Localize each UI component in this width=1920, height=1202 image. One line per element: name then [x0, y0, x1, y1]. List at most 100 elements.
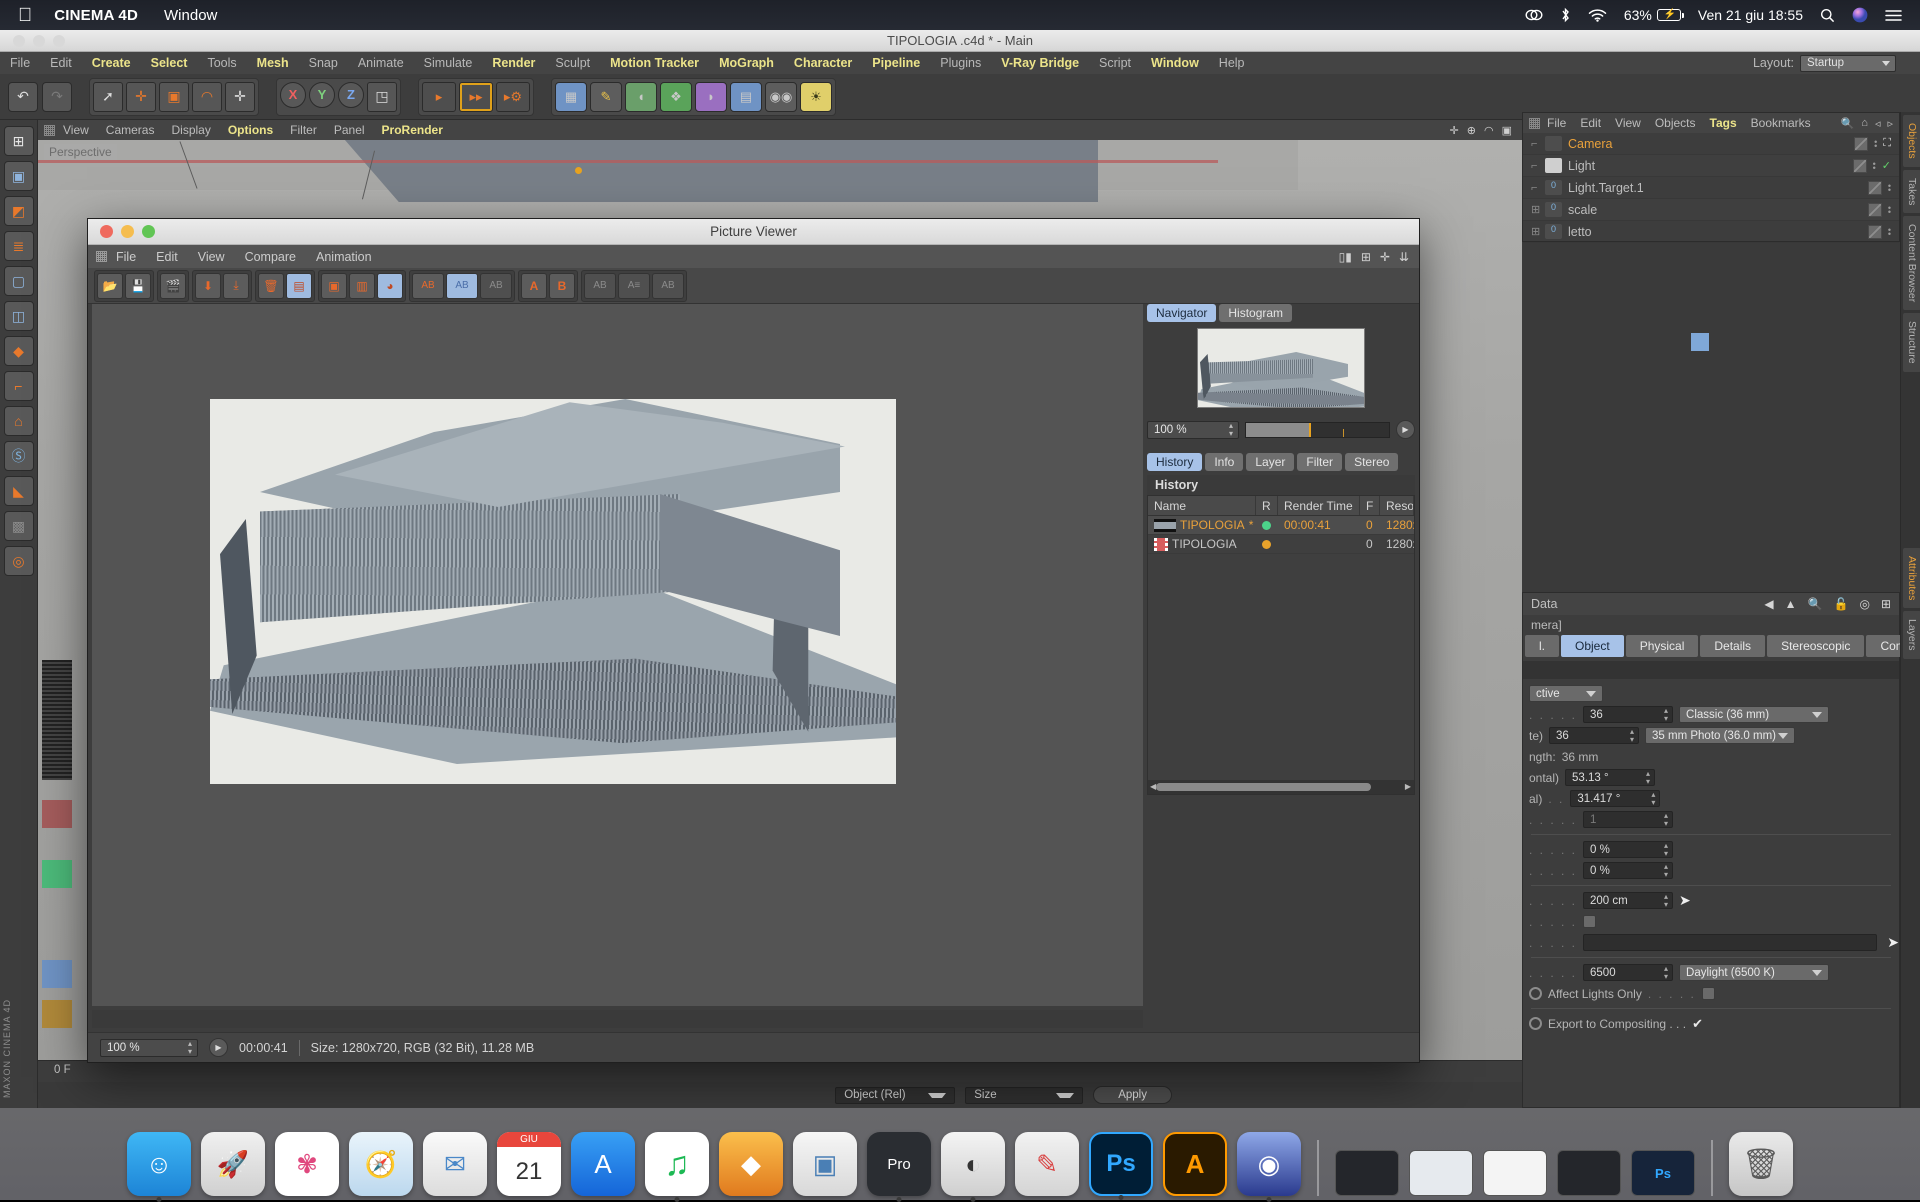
open-image-icon[interactable]: 📂 [97, 273, 123, 299]
export-to-compositing-radio[interactable] [1529, 1017, 1542, 1030]
redo-icon[interactable]: ↷ [42, 82, 72, 112]
object-visibility-tag[interactable] [1868, 203, 1882, 217]
camera-icon[interactable]: ◉◉ [765, 82, 797, 112]
pv-layout-down-icon[interactable]: ⇊ [1399, 250, 1409, 264]
dot-toggle-icon[interactable]: •• [1888, 206, 1891, 214]
object-axis-icon[interactable]: ◳ [367, 82, 397, 112]
fov-vertical-field[interactable]: 31.417 ° ▴▾ [1570, 790, 1660, 807]
tab-layer[interactable]: Layer [1246, 453, 1294, 471]
om-menu-file[interactable]: File [1547, 116, 1566, 130]
axis-x-button[interactable]: X [280, 82, 306, 108]
tab-stereo[interactable]: Stereo [1345, 453, 1398, 471]
object-row-letto[interactable]: ⊞ 0 letto •• [1523, 221, 1899, 243]
dock-unknown-app-icon[interactable]: ◉ [1237, 1132, 1301, 1196]
render-queue-icon[interactable]: 🎬 [160, 273, 186, 299]
stepper-icon[interactable]: ▴▾ [1229, 422, 1233, 438]
layout-dropdown[interactable]: Startup [1800, 55, 1896, 72]
object-row-light[interactable]: ⌐ Light •• ✓ [1523, 155, 1899, 177]
search-icon[interactable]: 🔍 [1808, 597, 1823, 611]
save-image-icon[interactable]: 💾 [125, 273, 151, 299]
expand-toggle-icon[interactable]: ⊞ [1531, 203, 1545, 216]
film-offset-x-field[interactable]: 0 % ▴▾ [1583, 841, 1673, 858]
rendered-image[interactable] [210, 399, 896, 784]
clear-all-icon[interactable]: ▤ [286, 273, 312, 299]
object-row-scale[interactable]: ⊞ 0 scale •• [1523, 199, 1899, 221]
projection-dropdown[interactable]: ctive [1529, 685, 1603, 702]
back-arrow-icon[interactable]: ◀ [1764, 597, 1773, 611]
om-menu-bookmarks[interactable]: Bookmarks [1751, 116, 1811, 130]
nurbs-icon[interactable]: ◖ [625, 82, 657, 112]
size-mode-dropdown[interactable]: Size [965, 1087, 1083, 1104]
spline-pen-icon[interactable]: ✎ [590, 82, 622, 112]
pv-layout-arrange-icon[interactable]: ✛ [1380, 250, 1390, 264]
viewport-menu-view[interactable]: View [63, 123, 89, 137]
om-menu-edit[interactable]: Edit [1580, 116, 1601, 130]
object-row-camera[interactable]: ⌐ Camera •• ⛶ [1523, 133, 1899, 155]
menu-sculpt[interactable]: Sculpt [555, 56, 590, 70]
stepper-icon[interactable]: ▴▾ [1664, 707, 1668, 723]
expand-toggle-icon[interactable]: ⊞ [1531, 225, 1545, 238]
world-axis-icon[interactable]: ✛ [225, 82, 255, 112]
timeline-bar[interactable]: 0 F [38, 1060, 1522, 1082]
vtab-layers[interactable]: Layers [1903, 611, 1920, 659]
menu-motion-tracker[interactable]: Motion Tracker [610, 56, 699, 70]
ab-dim1-icon[interactable]: AB [584, 273, 616, 299]
enabled-check-icon[interactable]: ✓ [1882, 159, 1891, 172]
dock-photos-icon[interactable]: ✾ [275, 1132, 339, 1196]
snap-ruler-icon[interactable]: ⌐ [4, 371, 34, 401]
target-icon[interactable]: ◎ [1859, 597, 1869, 611]
dot-toggle-icon[interactable]: •• [1888, 184, 1891, 192]
rotate-icon[interactable]: ◠ [192, 82, 222, 112]
panel-grip-icon[interactable] [44, 125, 55, 136]
scroll-thumb[interactable] [1156, 783, 1371, 791]
menu-file[interactable]: File [10, 56, 30, 70]
stepper-icon[interactable]: ▴▾ [1664, 812, 1668, 828]
viewport-menu-filter[interactable]: Filter [290, 123, 317, 137]
dock-window-5[interactable]: Ps [1631, 1150, 1695, 1196]
col-r[interactable]: R [1256, 496, 1278, 515]
enable-axis-icon[interactable]: ◎ [4, 546, 34, 576]
cc-icon[interactable] [1525, 8, 1543, 22]
dock-mail-icon[interactable]: ✉ [423, 1132, 487, 1196]
menu-vray-bridge[interactable]: V-Ray Bridge [1001, 56, 1079, 70]
dock-app-store-icon[interactable]: A [571, 1132, 635, 1196]
fit-frame-icon[interactable]: ▣ [321, 273, 347, 299]
col-name[interactable]: Name [1148, 496, 1256, 515]
menu-window[interactable]: Window [1151, 56, 1199, 70]
magnet-icon[interactable]: ⌂ [4, 406, 34, 436]
picture-viewer-window[interactable]: Picture Viewer File Edit View Compare An… [87, 218, 1420, 1063]
dock-safari-icon[interactable]: 🧭 [349, 1132, 413, 1196]
vtab-objects[interactable]: Objects [1903, 115, 1920, 167]
tab-coord[interactable]: l. [1525, 635, 1559, 657]
workplane-icon[interactable]: ◣ [4, 476, 34, 506]
move-icon[interactable]: ✛ [126, 82, 156, 112]
history-horizontal-scrollbar[interactable]: ◀ ▶ [1148, 780, 1414, 794]
ab-dim2-icon[interactable]: A≡ [618, 273, 650, 299]
tab-physical[interactable]: Physical [1626, 635, 1699, 657]
camera-target-tag-icon[interactable]: ⛶ [1883, 137, 1891, 150]
use-target-checkbox[interactable] [1583, 915, 1596, 928]
object-mode-icon[interactable]: ◫ [4, 301, 34, 331]
pick-object-cursor-icon[interactable]: ➤ [1887, 934, 1899, 951]
dock-launchpad-icon[interactable]: 🚀 [201, 1132, 265, 1196]
tab-filter[interactable]: Filter [1297, 453, 1342, 471]
navigator-thumbnail[interactable] [1197, 328, 1365, 408]
move-down-icon[interactable]: ⤓ [223, 273, 249, 299]
render-to-picture-viewer-icon[interactable]: ▸▸ [459, 82, 493, 112]
export-to-compositing-check-icon[interactable]: ✔ [1692, 1016, 1703, 1032]
ab-split-icon[interactable]: AB [446, 273, 478, 299]
dock-capture-one-icon[interactable]: Pro [867, 1132, 931, 1196]
menu-pipeline[interactable]: Pipeline [872, 56, 920, 70]
viewport-move-icon[interactable]: ✛ [1450, 124, 1459, 137]
mac-clock[interactable]: Ven 21 giu 18:55 [1698, 7, 1803, 23]
om-search-icon[interactable]: 🔍 [1841, 117, 1855, 130]
focus-object-field[interactable] [1583, 934, 1877, 951]
pv-menu-view[interactable]: View [198, 250, 225, 264]
white-balance-field[interactable]: 6500 ▴▾ [1583, 964, 1673, 981]
menu-mograph[interactable]: MoGraph [719, 56, 774, 70]
affect-lights-only-radio[interactable] [1529, 987, 1542, 1000]
dot-toggle-icon[interactable]: •• [1874, 140, 1877, 148]
vtab-takes[interactable]: Takes [1903, 170, 1920, 213]
pv-menu-edit[interactable]: Edit [156, 250, 178, 264]
dock-cinema4d-icon[interactable]: ◐ [941, 1132, 1005, 1196]
